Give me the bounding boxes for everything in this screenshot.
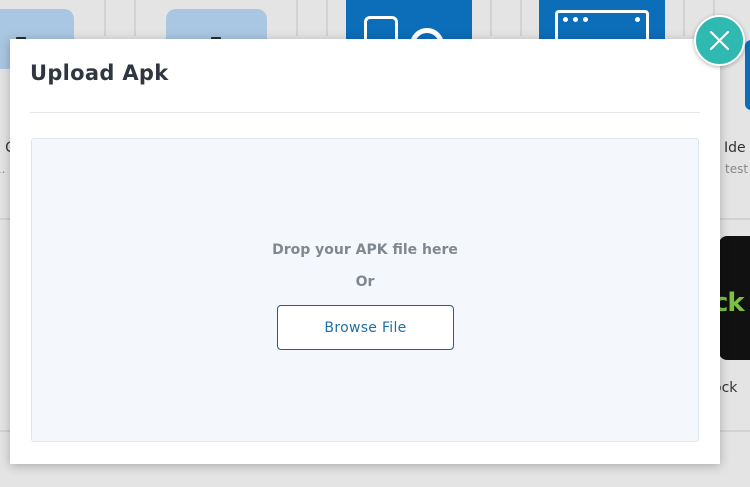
apk-dropzone[interactable]: Drop your APK file here Or Browse File [31,138,699,442]
modal-divider [30,112,700,113]
close-modal-button[interactable] [694,15,745,66]
modal-title: Upload Apk [30,61,169,85]
window-dot-icon [635,17,640,22]
window-dot-icon [563,17,568,22]
app-title: Ide [724,140,746,156]
grid-divider [326,0,328,36]
grid-divider [490,0,492,36]
window-dot-icon [573,17,578,22]
app-icon: ck [719,236,750,360]
app-logo-text: ck [719,288,745,318]
grid-divider [104,0,106,36]
app-subtitle: 1. [0,162,6,176]
window-dot-icon [583,17,588,22]
close-icon [710,31,729,50]
drop-instructions: Drop your APK file here [272,242,458,258]
grid-divider [520,0,522,36]
upload-apk-modal: Upload Apk Drop your APK file here Or Br… [10,39,720,464]
grid-divider [718,430,750,432]
grid-divider [134,0,136,36]
grid-divider [296,0,298,36]
grid-divider [718,218,750,220]
grid-divider [683,0,685,36]
browse-file-button[interactable]: Browse File [277,305,454,350]
or-separator: Or [355,274,375,290]
app-subtitle: test [725,162,749,176]
app-icon [745,40,750,110]
